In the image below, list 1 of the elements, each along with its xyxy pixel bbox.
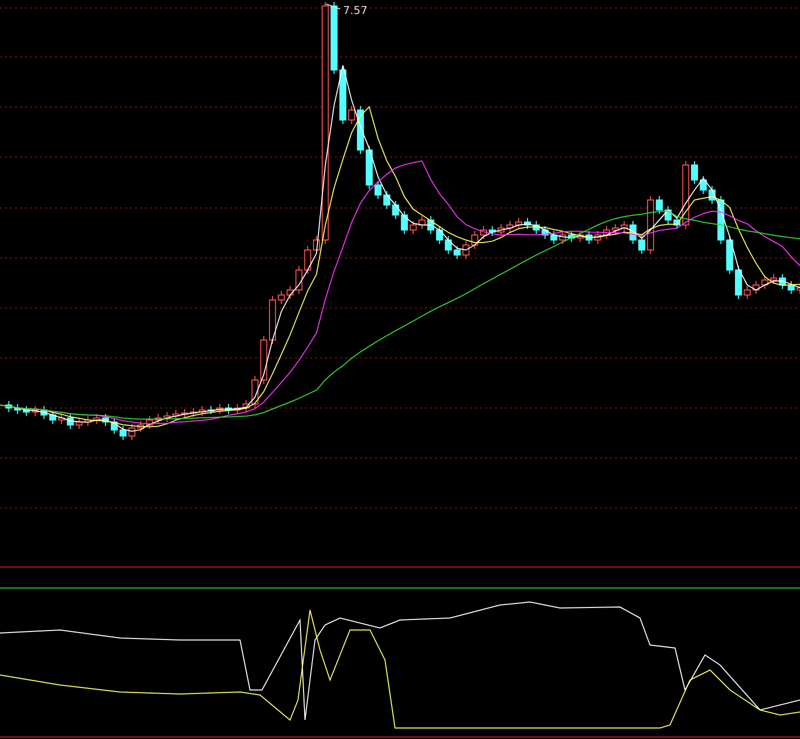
high-price-label: 7.57 [343, 4, 368, 17]
